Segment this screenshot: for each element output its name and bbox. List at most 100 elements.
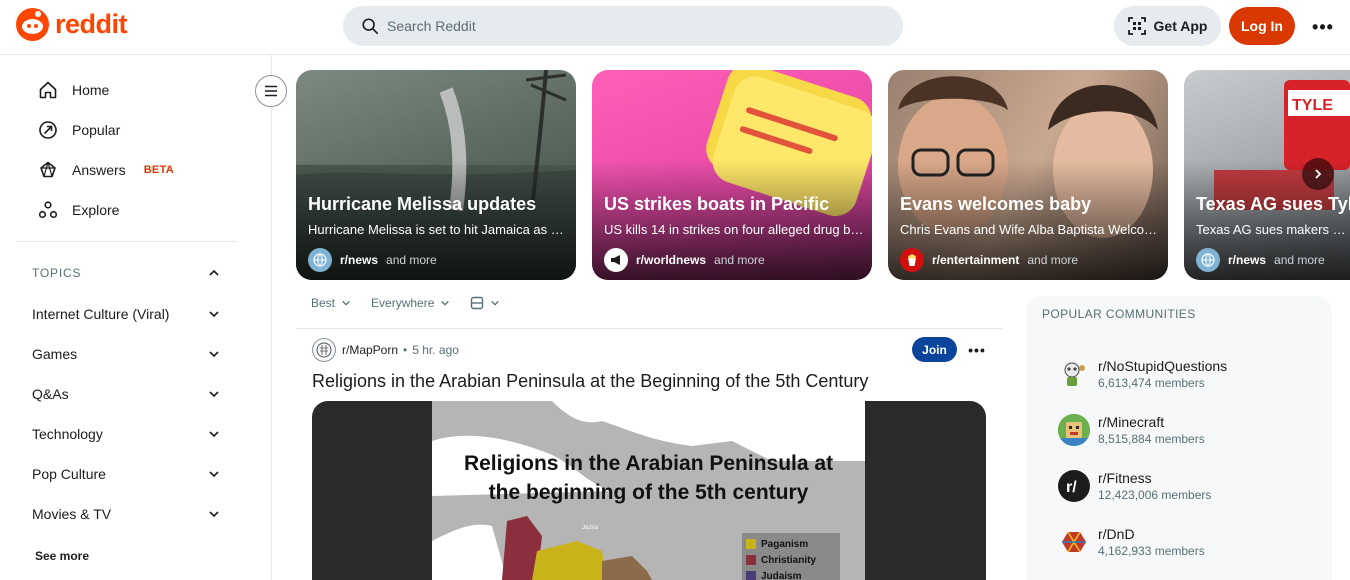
topic-label: Movies & TV — [32, 506, 112, 522]
card-title: Texas AG sues Tylenol — [1196, 194, 1350, 214]
topics-header[interactable]: TOPICS — [32, 266, 220, 280]
reddit-logo[interactable]: reddit — [16, 8, 128, 41]
home-icon — [39, 81, 57, 99]
carousel-card[interactable]: Hurricane Melissa updates Hurricane Meli… — [296, 70, 576, 280]
community-item[interactable]: r/NoStupidQuestions 6,613,474 members — [1058, 358, 1227, 390]
collapse-sidebar-button[interactable] — [255, 75, 287, 107]
menu-icon — [265, 85, 277, 97]
topic-movies-tv[interactable]: Movies & TV — [32, 506, 220, 522]
topic-label: Q&As — [32, 386, 69, 402]
get-app-button[interactable]: Get App — [1114, 6, 1221, 46]
card-and-more: and more — [1274, 253, 1325, 267]
globe-icon — [1196, 248, 1220, 272]
svg-text:TYLE: TYLE — [1292, 97, 1333, 114]
topics-heading: TOPICS — [32, 266, 82, 280]
carousel-card[interactable]: Evans welcomes baby Chris Evans and Wife… — [888, 70, 1168, 280]
topic-technology[interactable]: Technology — [32, 426, 220, 442]
join-button[interactable]: Join — [912, 337, 957, 362]
card-subtitle: US kills 14 in strikes on four alleged d… — [604, 222, 864, 237]
chevron-down-icon — [209, 431, 219, 438]
chevron-down-icon — [209, 391, 219, 398]
map-heading-line1: Religions in the Arabian Peninsula at — [463, 452, 834, 475]
map-image: Jazira Religions in the Arabian Peninsul… — [432, 401, 865, 580]
map-heading: Religions in the Arabian Peninsula at th… — [432, 449, 865, 507]
map-legend: Paganism Christianity Judaism — [742, 533, 840, 580]
community-members: 12,423,006 members — [1098, 488, 1212, 502]
popular-icon — [39, 121, 57, 139]
view-dropdown[interactable] — [470, 296, 500, 310]
community-avatar — [1058, 358, 1090, 390]
sidebar-item-popular[interactable]: Popular — [38, 118, 120, 142]
community-name: r/DnD — [1098, 526, 1135, 542]
sidebar-item-label: Answers — [72, 162, 126, 178]
answers-icon — [40, 161, 56, 178]
globe-icon — [308, 248, 332, 272]
post-title[interactable]: Religions in the Arabian Peninsula at th… — [312, 371, 868, 392]
post-subreddit[interactable]: r/MapPorn — [342, 343, 398, 357]
post-more-icon[interactable]: ••• — [966, 339, 988, 361]
post-meta: r/MapPorn • 5 hr. ago — [342, 343, 459, 357]
svg-text:Jazira: Jazira — [582, 525, 599, 531]
community-avatar — [1058, 526, 1090, 558]
community-members: 8,515,884 members — [1098, 432, 1205, 446]
card-subreddit: r/news — [340, 253, 379, 267]
card-subtitle: Chris Evans and Wife Alba Baptista Welco… — [900, 222, 1160, 237]
legend-label: Paganism — [761, 538, 809, 550]
popcorn-icon — [900, 248, 924, 272]
topic-label: Games — [32, 346, 78, 362]
post-time: 5 hr. ago — [412, 343, 459, 357]
card-meta: r/news and more — [1196, 248, 1325, 272]
card-subtitle: Hurricane Melissa is set to hit Jamaica … — [308, 222, 568, 237]
topic-internet-culture[interactable]: Internet Culture (Viral) — [32, 306, 220, 322]
popular-communities-panel: POPULAR COMMUNITIES r/NoStupidQuestions … — [1026, 296, 1332, 580]
more-options-icon[interactable]: ••• — [1309, 13, 1337, 41]
sidebar-item-explore[interactable]: Explore — [38, 198, 119, 222]
reddit-snoo-icon — [16, 8, 49, 41]
feed-divider — [296, 328, 1002, 329]
sidebar-item-answers[interactable]: Answers BETA — [38, 158, 174, 182]
topic-pop-culture[interactable]: Pop Culture — [32, 466, 220, 482]
community-name: r/Fitness — [1098, 470, 1152, 486]
search-bar[interactable] — [343, 6, 903, 46]
topic-games[interactable]: Games — [32, 346, 220, 362]
subreddit-avatar[interactable] — [312, 338, 336, 362]
card-view-icon — [471, 296, 484, 310]
card-subreddit: r/news — [1228, 253, 1267, 267]
sidebar-item-home[interactable]: Home — [38, 78, 109, 102]
sort-label: Best — [311, 296, 336, 310]
login-button[interactable]: Log In — [1229, 7, 1295, 45]
beta-badge: BETA — [143, 164, 175, 176]
community-name: r/NoStupidQuestions — [1098, 358, 1228, 374]
map-heading-line2: the beginning of the 5th century — [488, 481, 809, 504]
chevron-down-icon — [209, 471, 219, 478]
community-name: r/Minecraft — [1098, 414, 1165, 430]
community-item[interactable]: r/Minecraft 8,515,884 members — [1058, 414, 1205, 446]
search-input[interactable] — [387, 18, 867, 34]
card-subtitle: Texas AG sues makers of Tylenol — [1196, 222, 1346, 237]
meta-separator: • — [403, 343, 408, 357]
see-more-link[interactable]: See more — [35, 549, 89, 563]
carousel-card[interactable]: US strikes boats in Pacific US kills 14 … — [592, 70, 872, 280]
card-title: Hurricane Melissa updates — [308, 194, 537, 214]
post-image[interactable]: Jazira Religions in the Arabian Peninsul… — [312, 401, 986, 580]
legend-label: Christianity — [761, 554, 817, 566]
scope-label: Everywhere — [371, 296, 435, 310]
carousel-next-button[interactable] — [1302, 158, 1334, 190]
community-item[interactable]: r/ r/Fitness 12,423,006 members — [1058, 470, 1211, 502]
topic-label: Technology — [32, 426, 103, 442]
legend-item-paganism: Paganism — [746, 536, 836, 552]
scope-dropdown[interactable]: Everywhere — [371, 296, 450, 310]
chevron-down-icon — [209, 511, 219, 518]
legend-item-christianity: Christianity — [746, 552, 836, 568]
legend-label: Judaism — [761, 570, 802, 580]
community-avatar — [1058, 414, 1090, 446]
topic-qas[interactable]: Q&As — [32, 386, 220, 402]
community-item[interactable]: r/DnD 4,162,933 members — [1058, 526, 1205, 558]
legend-item-judaism: Judaism — [746, 568, 836, 580]
card-and-more: and more — [1027, 253, 1079, 267]
popular-communities-heading: POPULAR COMMUNITIES — [1042, 307, 1196, 321]
card-and-more: and more — [714, 253, 765, 267]
get-app-label: Get App — [1153, 18, 1208, 34]
sort-dropdown[interactable]: Best — [311, 296, 351, 310]
search-icon — [362, 18, 379, 35]
